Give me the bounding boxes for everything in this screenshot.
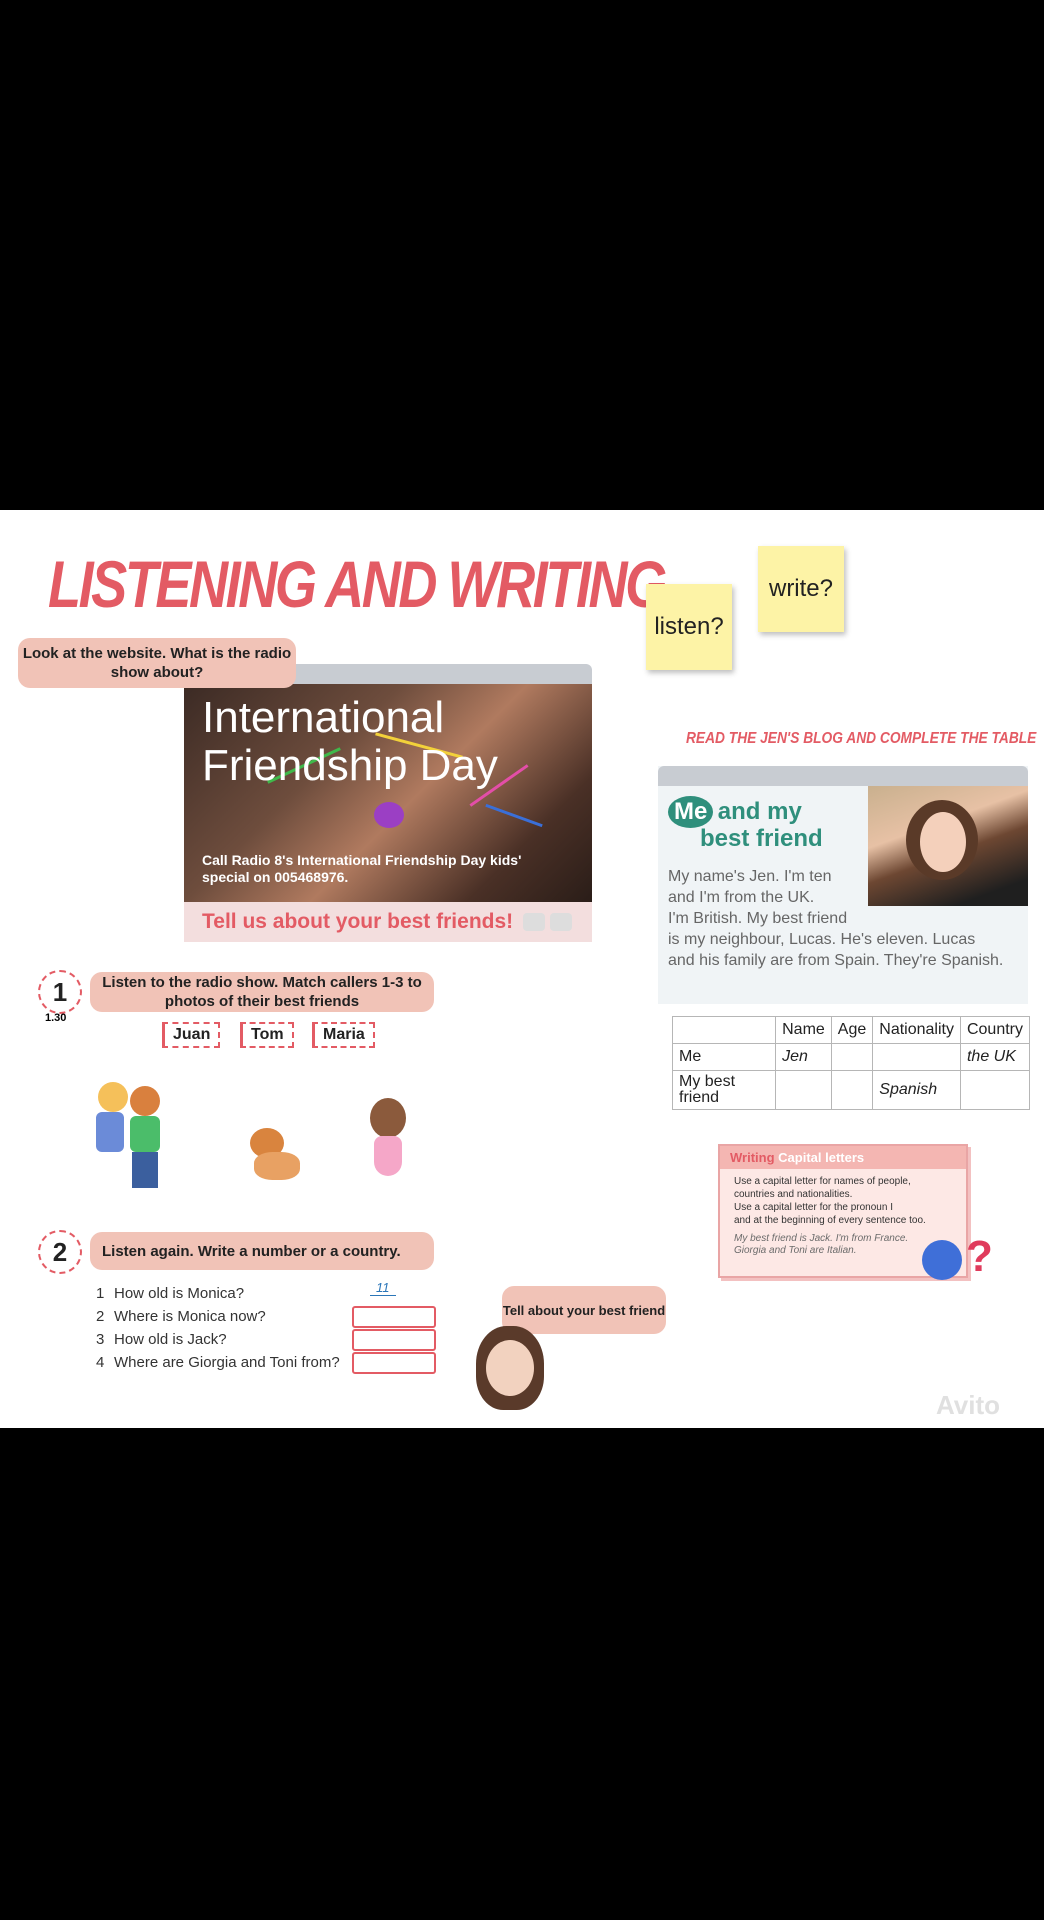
table-cell[interactable] (959, 1070, 1031, 1110)
blog-card: Me and my best friend My name's Jen. I'm… (658, 766, 1028, 1004)
question-row: 2 Where is Monica now? (96, 1305, 436, 1328)
table-cell[interactable]: Jen (775, 1043, 832, 1071)
dog-body (254, 1152, 300, 1180)
question-text: How old is Jack? (114, 1331, 227, 1348)
question-row: 1 How old is Monica? 11 (96, 1280, 436, 1305)
table-cell[interactable]: the UK (959, 1043, 1031, 1071)
bracelet-blue (485, 803, 543, 828)
girl-body (96, 1112, 124, 1152)
writing-rule: Use a capital letter for names of people… (734, 1176, 911, 1200)
ring-icon (374, 802, 404, 828)
table-header (671, 1016, 777, 1044)
writing-example: Giorgia and Toni are Italian. (734, 1245, 857, 1256)
tell-us-bar[interactable]: Tell us about your best friends! (184, 902, 592, 942)
table-header: Name (775, 1016, 832, 1044)
sticky-note-write: write? (758, 546, 844, 632)
website-title: International Friendship Day (202, 694, 498, 790)
website-title-line1: International (202, 693, 445, 742)
blog-logo: Me and my best friend (668, 796, 823, 852)
table-row: My best friend Spanish (671, 1070, 1031, 1110)
table-cell[interactable] (830, 1070, 874, 1110)
exercise2-instruction: Listen again. Write a number or a countr… (90, 1232, 434, 1270)
hands-photo: International Friendship Day Call Radio … (184, 684, 592, 902)
exercise1-number: 1 (38, 970, 82, 1014)
question-text: Where is Monica now? (114, 1308, 266, 1325)
girl-head (98, 1082, 128, 1112)
boy-legs (132, 1152, 158, 1188)
look-bubble: Look at the website. What is the radio s… (18, 638, 296, 688)
answer-1[interactable]: 11 (370, 1280, 396, 1296)
boy-body (130, 1116, 160, 1152)
writing-tip-header: Writing Capital letters (720, 1146, 966, 1169)
question-number: 3 (96, 1331, 105, 1348)
blog-line: My name's Jen. I'm ten (668, 868, 832, 885)
blog-heading: READ THE JEN'S BLOG AND COMPLETE THE TAB… (686, 730, 1037, 747)
website-card: International Friendship Day Call Radio … (184, 664, 592, 952)
table-cell[interactable] (830, 1043, 874, 1071)
tell-us-text: Tell us about your best friends! (202, 910, 514, 933)
question-number: 2 (96, 1308, 105, 1325)
caller-name-maria: Maria (312, 1022, 375, 1048)
answer-box-3[interactable] (352, 1329, 436, 1351)
jen-face (920, 812, 966, 872)
writing-rule: Use a capital letter for the pronoun I (734, 1202, 893, 1213)
question-number: 4 (96, 1354, 105, 1371)
blog-line: I'm British. My best friend (668, 910, 848, 927)
friends-illustration (90, 1082, 190, 1192)
caller-name-tom: Tom (240, 1022, 294, 1048)
phone-icon[interactable] (550, 913, 573, 931)
answer-box-4[interactable] (352, 1352, 436, 1374)
table-header-row: Name Age Nationality Country (671, 1016, 1031, 1044)
table-cell[interactable]: Spanish (872, 1070, 961, 1110)
question-row: 3 How old is Jack? (96, 1328, 436, 1351)
mail-icon[interactable] (523, 913, 546, 931)
table-header: Nationality (872, 1016, 961, 1044)
table-cell[interactable] (775, 1070, 832, 1110)
blog-logo-me: Me (668, 796, 714, 828)
avito-watermark: Avito (936, 1390, 1001, 1420)
question-text: Where are Giorgia and Toni from? (114, 1354, 340, 1371)
avatar-face (486, 1340, 534, 1396)
question-list: 1 How old is Monica? 11 2 Where is Monic… (96, 1280, 436, 1374)
answer-box-2[interactable] (352, 1306, 436, 1328)
table-cell[interactable] (872, 1043, 961, 1071)
exercise1-instruction: Listen to the radio show. Match callers … (90, 972, 434, 1012)
sticky-note-listen: listen? (646, 584, 732, 670)
blog-line: is my neighbour, Lucas. He's eleven. Luc… (668, 931, 976, 948)
thinking-avatar (466, 1326, 556, 1422)
question-mark-icon: ? (966, 1232, 993, 1281)
table-header: Country (959, 1016, 1031, 1044)
table-row: Me Jen the UK (671, 1043, 1031, 1071)
table-cell: Me (671, 1043, 777, 1071)
girl-dress (374, 1136, 402, 1176)
blog-logo-rest2: best friend (700, 825, 823, 852)
girl-illustration (360, 1098, 420, 1198)
website-subtitle: Call Radio 8's International Friendship … (202, 852, 522, 885)
writing-rule: and at the beginning of every sentence t… (734, 1215, 926, 1226)
browser-bar (658, 766, 1028, 786)
dog-illustration (244, 1128, 304, 1184)
writing-topic: Capital letters (778, 1150, 865, 1165)
blog-line: and his family are from Spain. They're S… (668, 952, 1004, 969)
exercise2-number: 2 (38, 1230, 82, 1274)
table-cell: My best friend (671, 1070, 777, 1110)
slide: LISTENING AND WRITING listen? write? Int… (0, 510, 1044, 1428)
blog-logo-rest1: and my (717, 798, 802, 825)
blog-line: and I'm from the UK. (668, 889, 815, 906)
page-title: LISTENING AND WRITING (48, 547, 667, 621)
question-row: 4 Where are Giorgia and Toni from? (96, 1351, 436, 1374)
question-text: How old is Monica? (114, 1285, 245, 1302)
confused-face-icon (922, 1240, 962, 1280)
writing-example: My best friend is Jack. I'm from France. (734, 1233, 909, 1244)
writing-label: Writing (730, 1150, 775, 1165)
boy-head (130, 1086, 160, 1116)
girl-hair (370, 1098, 406, 1138)
caller-name-juan: Juan (162, 1022, 221, 1048)
table-header: Age (830, 1016, 874, 1044)
friend-table: Name Age Nationality Country Me Jen the … (671, 1016, 1031, 1110)
track-number: 1.30 (45, 1012, 67, 1024)
website-title-line2: Friendship Day (202, 741, 498, 790)
blog-text: My name's Jen. I'm ten and I'm from the … (668, 866, 1018, 971)
question-number: 1 (96, 1285, 105, 1302)
